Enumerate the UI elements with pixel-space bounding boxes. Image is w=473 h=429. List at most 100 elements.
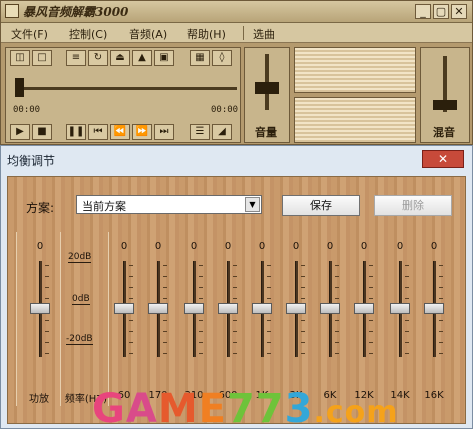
panel-divider xyxy=(60,232,61,406)
volume-thumb[interactable] xyxy=(255,82,279,94)
slider-tick xyxy=(163,276,167,277)
slider-tick xyxy=(301,298,305,299)
open-file-icon[interactable]: ◫ xyxy=(10,50,30,66)
band-gain-value: 0 xyxy=(396,241,404,252)
delete-button[interactable]: 删除 xyxy=(374,195,452,216)
seek-bar[interactable] xyxy=(17,87,237,90)
band-gain-value: 0 xyxy=(258,241,266,252)
open-folder-icon[interactable]: □ xyxy=(32,50,52,66)
slider-tick xyxy=(129,331,133,332)
app-logo-icon xyxy=(5,4,19,18)
slider-tick xyxy=(199,331,203,332)
slider-thumb[interactable] xyxy=(184,303,204,314)
slider-tick xyxy=(335,342,339,343)
slider-tick xyxy=(267,276,271,277)
slider-thumb[interactable] xyxy=(218,303,238,314)
transport-panel: ◫ □ ≡ ↻ ⏏ ▲ ▣ ▦ ◊ ▶ ■ ❚❚ ⏮ ⏪ ⏩ ⏭ ☰ ◢ xyxy=(5,47,241,143)
eject-all-icon[interactable]: ▲ xyxy=(132,50,152,66)
slider-thumb[interactable] xyxy=(114,303,134,314)
slider-tick xyxy=(301,320,305,321)
slider-thumb[interactable] xyxy=(148,303,168,314)
slider-tick xyxy=(405,342,409,343)
playlist-icon[interactable]: ≡ xyxy=(66,50,86,66)
slider-tick xyxy=(405,331,409,332)
slider-tick xyxy=(335,331,339,332)
slider-tick xyxy=(45,287,49,288)
previous-icon[interactable]: ⏮ xyxy=(88,124,108,140)
resize-icon[interactable]: ◢ xyxy=(212,124,232,140)
band-gain-value: 0 xyxy=(326,241,334,252)
amp-gain-value: 0 xyxy=(36,241,44,252)
slider-tick xyxy=(301,276,305,277)
play-icon[interactable]: ▶ xyxy=(10,124,30,140)
slider-tick xyxy=(439,342,443,343)
db-label-mid: 0dB xyxy=(72,294,90,305)
menu-file[interactable]: 文件(F) xyxy=(11,26,48,42)
loop-icon[interactable]: ↻ xyxy=(88,50,108,66)
slider-thumb[interactable] xyxy=(252,303,272,314)
slider-thumb[interactable] xyxy=(320,303,340,314)
band-gain-value: 0 xyxy=(360,241,368,252)
forward-icon[interactable]: ⏩ xyxy=(132,124,152,140)
mix-thumb[interactable] xyxy=(433,100,457,110)
band-gain-value: 0 xyxy=(154,241,162,252)
stop-icon[interactable]: ■ xyxy=(32,124,52,140)
slider-tick xyxy=(267,287,271,288)
seek-thumb[interactable] xyxy=(15,78,24,97)
slider-tick xyxy=(129,353,133,354)
db-label-top: 20dB xyxy=(68,252,92,263)
slider-tick xyxy=(199,276,203,277)
capture-icon[interactable]: ▣ xyxy=(154,50,174,66)
slider-tick xyxy=(163,353,167,354)
slider-tick xyxy=(335,276,339,277)
slider-tick xyxy=(129,320,133,321)
scheme-label: 方案: xyxy=(26,201,55,215)
record-icon[interactable]: ◊ xyxy=(212,50,232,66)
slider-thumb[interactable] xyxy=(286,303,306,314)
slider-tick xyxy=(199,265,203,266)
spectrum-bottom xyxy=(294,97,416,143)
slider-tick xyxy=(129,342,133,343)
slider-tick xyxy=(45,265,49,266)
display-icon[interactable]: ▦ xyxy=(190,50,210,66)
chevron-down-icon[interactable]: ▼ xyxy=(245,197,260,212)
slider-tick xyxy=(369,331,373,332)
minimize-button[interactable]: _ xyxy=(415,4,431,19)
slider-tick xyxy=(163,298,167,299)
slider-tick xyxy=(301,342,305,343)
next-icon[interactable]: ⏭ xyxy=(154,124,174,140)
menu-help[interactable]: 帮助(H) xyxy=(187,26,226,42)
slider-thumb[interactable] xyxy=(390,303,410,314)
slider-tick xyxy=(45,298,49,299)
equalizer-icon[interactable]: ☰ xyxy=(190,124,210,140)
slider-tick xyxy=(439,331,443,332)
mix-panel: 混音 xyxy=(420,47,470,143)
slider-tick xyxy=(163,342,167,343)
slider-tick xyxy=(199,298,203,299)
save-button[interactable]: 保存 xyxy=(282,195,360,216)
scheme-dropdown[interactable]: 当前方案 ▼ xyxy=(76,195,262,214)
maximize-button[interactable]: ▢ xyxy=(433,4,449,19)
slider-tick xyxy=(439,353,443,354)
dialog-close-button[interactable]: ✕ xyxy=(422,150,464,168)
slider-tick xyxy=(45,353,49,354)
menu-control[interactable]: 控制(C) xyxy=(69,26,107,42)
slider-tick xyxy=(45,320,49,321)
slider-thumb[interactable] xyxy=(354,303,374,314)
close-button[interactable]: ✕ xyxy=(451,4,467,19)
rewind-icon[interactable]: ⏪ xyxy=(110,124,130,140)
amp-label: 功放 xyxy=(29,394,49,405)
slider-tick xyxy=(267,353,271,354)
slider-tick xyxy=(335,320,339,321)
slider-tick xyxy=(233,353,237,354)
slider-tick xyxy=(199,342,203,343)
menu-audio[interactable]: 音频(A) xyxy=(129,26,167,42)
slider-thumb[interactable] xyxy=(30,303,50,314)
eject-icon[interactable]: ⏏ xyxy=(110,50,130,66)
watermark-logo: GAME773.com xyxy=(92,386,399,429)
slider-tick xyxy=(129,276,133,277)
pause-icon[interactable]: ❚❚ xyxy=(66,124,86,140)
slider-tick xyxy=(301,353,305,354)
menu-playlist[interactable]: 选曲 xyxy=(253,26,275,42)
slider-thumb[interactable] xyxy=(424,303,444,314)
